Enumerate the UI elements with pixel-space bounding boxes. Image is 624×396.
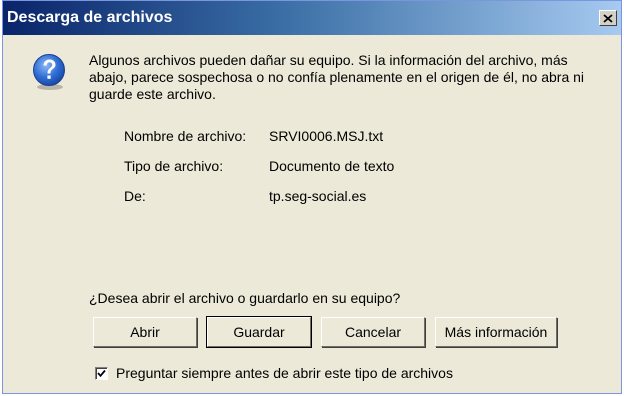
file-download-dialog: Descarga de archivos Algunos archivos pu… <box>2 0 622 394</box>
filename-label: Nombre de archivo: <box>124 128 247 144</box>
cancel-button[interactable]: Cancelar <box>321 317 425 347</box>
title-bar[interactable]: Descarga de archivos <box>3 1 621 35</box>
source-value: tp.seg-social.es <box>269 188 367 204</box>
window-title: Descarga de archivos <box>7 9 173 26</box>
question-icon <box>33 54 65 90</box>
source-label: De: <box>124 188 146 204</box>
always-ask-label: Preguntar siempre antes de abrir este ti… <box>116 365 453 381</box>
open-button[interactable]: Abrir <box>93 317 197 347</box>
filetype-label: Tipo de archivo: <box>124 158 224 174</box>
close-button[interactable] <box>599 10 617 26</box>
more-info-button[interactable]: Más información <box>435 317 557 347</box>
filetype-value: Documento de texto <box>269 158 395 174</box>
close-icon <box>603 13 613 23</box>
always-ask-option[interactable]: Preguntar siempre antes de abrir este ti… <box>95 365 453 381</box>
question-text: ¿Desea abrir el archivo o guardarlo en s… <box>89 290 401 306</box>
filename-value: SRVI0006.MSJ.txt <box>269 128 384 144</box>
warning-message: Algunos archivos pueden dañar su equipo.… <box>89 52 585 102</box>
always-ask-checkbox[interactable] <box>95 366 108 380</box>
checkmark-icon <box>97 369 106 377</box>
save-button[interactable]: Guardar <box>206 316 312 348</box>
